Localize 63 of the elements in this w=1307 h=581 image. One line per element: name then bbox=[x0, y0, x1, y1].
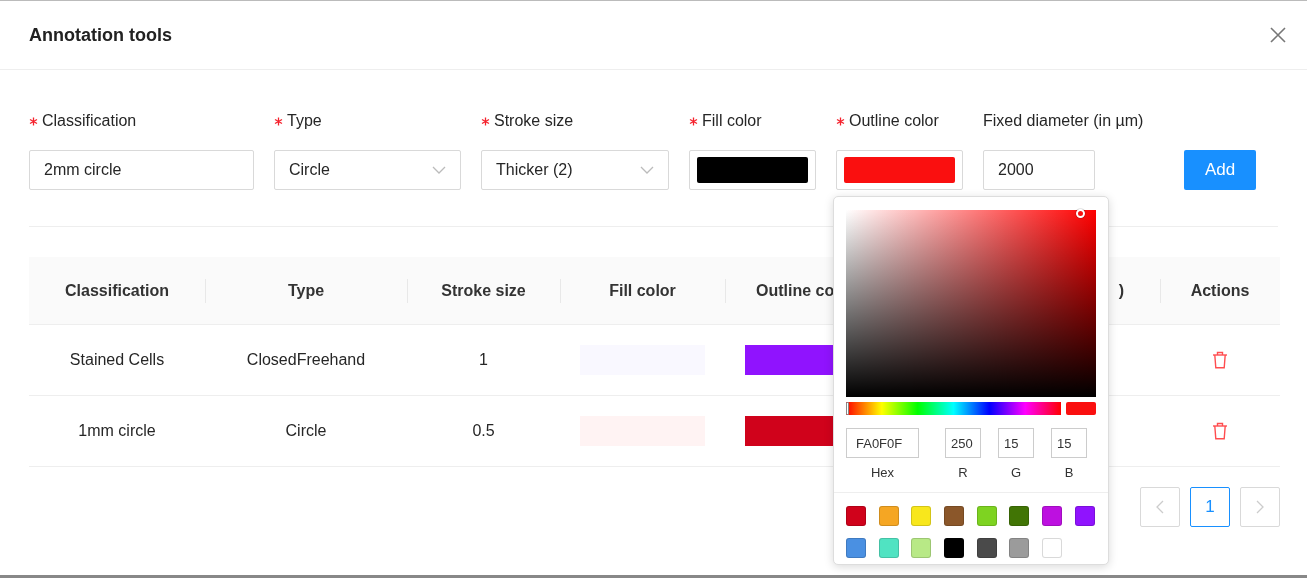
field-label: Classification bbox=[42, 111, 137, 131]
close-button[interactable] bbox=[1269, 26, 1287, 44]
field-label: Fill color bbox=[702, 111, 762, 131]
slider-thumb[interactable] bbox=[846, 402, 849, 415]
delete-button[interactable] bbox=[1212, 351, 1228, 369]
column-header: Outline co bbox=[756, 280, 835, 301]
dialog-title: Annotation tools bbox=[29, 23, 172, 47]
preset-swatch[interactable] bbox=[976, 505, 997, 526]
caret-icon bbox=[640, 166, 654, 174]
preset-swatch[interactable] bbox=[846, 505, 866, 526]
chevron-right-icon bbox=[1256, 500, 1264, 514]
field-label: Fixed diameter (in µm) bbox=[983, 111, 1144, 131]
preset-swatch[interactable] bbox=[944, 537, 965, 558]
color-field[interactable] bbox=[836, 150, 963, 190]
preset-swatch[interactable] bbox=[976, 537, 997, 558]
field-label: Stroke size bbox=[494, 111, 574, 131]
value-field[interactable]: 15 bbox=[998, 428, 1034, 458]
preset-swatch[interactable] bbox=[944, 505, 965, 526]
column-header: Actions bbox=[1190, 280, 1250, 301]
trash-icon bbox=[1212, 351, 1228, 369]
preset-swatch[interactable] bbox=[1009, 537, 1030, 558]
column-header: Classification bbox=[65, 280, 169, 301]
caret-icon bbox=[432, 166, 446, 174]
table-cell-text: ClosedFreehand bbox=[246, 350, 366, 370]
preset-swatch[interactable] bbox=[846, 537, 866, 558]
picker-handle[interactable] bbox=[1076, 209, 1085, 218]
table-cell-text: 0.5 bbox=[472, 421, 495, 441]
preset-swatch[interactable] bbox=[878, 505, 899, 526]
input-field[interactable]: 2000 bbox=[983, 150, 1095, 190]
trash-icon bbox=[1212, 422, 1228, 440]
value-field[interactable]: 15 bbox=[1051, 428, 1087, 458]
preset-swatch[interactable] bbox=[911, 537, 932, 558]
select-field[interactable]: Circle bbox=[274, 150, 461, 190]
input-field[interactable]: 2mm circle bbox=[29, 150, 254, 190]
preset-swatch[interactable] bbox=[1042, 537, 1063, 558]
preset-swatch[interactable] bbox=[1042, 505, 1063, 526]
field-label: G bbox=[1009, 464, 1023, 482]
table-cell-text: Stained Cells bbox=[69, 350, 165, 370]
field-label: Outline color bbox=[849, 111, 939, 131]
preset-swatch[interactable] bbox=[911, 505, 932, 526]
select-field[interactable]: Thicker (2) bbox=[481, 150, 669, 190]
saturation-area[interactable] bbox=[846, 210, 1096, 397]
column-header: ) bbox=[1118, 280, 1124, 301]
delete-button[interactable] bbox=[1212, 422, 1228, 440]
column-header: Stroke size bbox=[441, 280, 526, 301]
hue-slider[interactable] bbox=[846, 402, 1061, 415]
hex-field[interactable]: FA0F0F bbox=[846, 428, 919, 458]
chevron-left-icon bbox=[1156, 500, 1164, 514]
preset-swatch[interactable] bbox=[878, 537, 899, 558]
color-field[interactable] bbox=[689, 150, 816, 190]
column-header: Type bbox=[287, 280, 325, 301]
field-label: Type bbox=[287, 111, 322, 131]
field-label: Hex bbox=[869, 464, 896, 482]
column-header: Fill color bbox=[609, 280, 676, 301]
preset-swatch[interactable] bbox=[1074, 505, 1095, 526]
value-field[interactable]: 250 bbox=[945, 428, 981, 458]
preset-swatch[interactable] bbox=[1009, 505, 1030, 526]
table-cell-text: 1 bbox=[479, 350, 488, 370]
field-label: R bbox=[957, 464, 969, 482]
table-cell-text: Circle bbox=[285, 421, 327, 441]
field-label: B bbox=[1063, 464, 1075, 482]
table-cell-text: 1mm circle bbox=[78, 421, 156, 441]
close-icon bbox=[1269, 26, 1287, 44]
